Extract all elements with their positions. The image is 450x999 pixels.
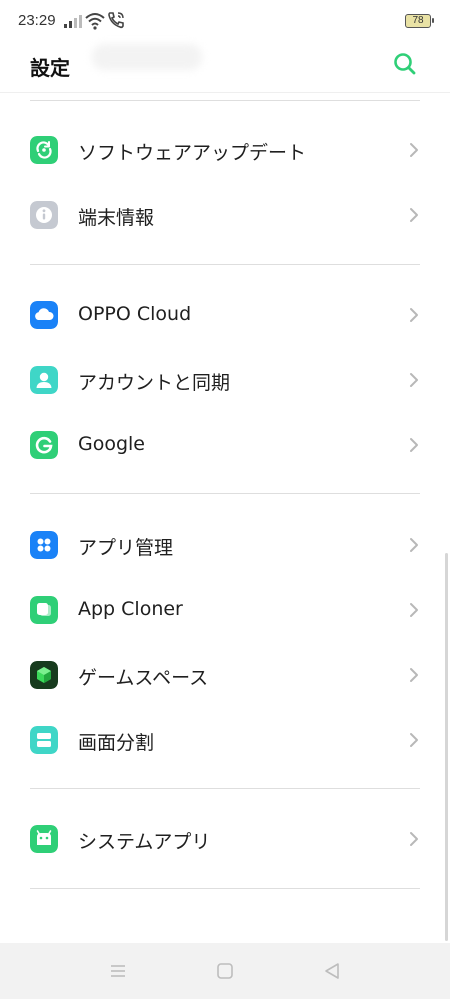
account-icon bbox=[30, 366, 58, 394]
settings-item-label: ゲームスペース bbox=[78, 667, 209, 689]
chevron-right-icon bbox=[410, 538, 418, 552]
header-divider bbox=[0, 92, 450, 93]
chevron-right-icon bbox=[410, 143, 418, 157]
settings-item-device-info[interactable]: 端末情報 bbox=[0, 182, 450, 247]
app-cloner-icon bbox=[30, 596, 58, 624]
header: 設定 bbox=[0, 44, 450, 92]
battery-level: 78 bbox=[412, 15, 424, 26]
scrollbar[interactable] bbox=[445, 553, 448, 941]
search-icon[interactable] bbox=[392, 51, 418, 77]
chevron-right-icon bbox=[410, 308, 418, 322]
page-title: 設定 bbox=[30, 56, 70, 80]
app-management-icon bbox=[30, 531, 58, 559]
cloud-icon bbox=[30, 301, 58, 329]
chevron-right-icon bbox=[410, 208, 418, 222]
settings-item-label: アカウントと同期 bbox=[78, 372, 231, 394]
battery-indicator: 78 bbox=[405, 14, 434, 28]
settings-item-oppo-cloud[interactable]: OPPO Cloud bbox=[0, 282, 450, 347]
settings-item-label: OPPO Cloud bbox=[78, 303, 192, 325]
section-divider bbox=[30, 788, 420, 789]
settings-item-accounts-sync[interactable]: アカウントと同期 bbox=[0, 347, 450, 412]
settings-item-label: システムアプリ bbox=[78, 831, 211, 853]
chevron-right-icon bbox=[410, 603, 418, 617]
section-divider bbox=[30, 264, 420, 265]
status-time: 23:29 bbox=[18, 12, 56, 29]
game-space-icon bbox=[30, 661, 58, 689]
wifi-calling-icon bbox=[108, 12, 124, 29]
section-divider bbox=[30, 493, 420, 494]
chevron-right-icon bbox=[410, 668, 418, 682]
chevron-right-icon bbox=[410, 438, 418, 452]
chevron-right-icon bbox=[410, 373, 418, 387]
section-divider bbox=[30, 100, 420, 101]
settings-item-label: App Cloner bbox=[78, 598, 183, 620]
settings-item-label: 端末情報 bbox=[78, 207, 155, 229]
settings-item-label: Google bbox=[78, 433, 146, 455]
settings-item-app-cloner[interactable]: App Cloner bbox=[0, 577, 450, 642]
settings-item-label: アプリ管理 bbox=[78, 537, 174, 559]
chevron-right-icon bbox=[410, 832, 418, 846]
home-icon[interactable] bbox=[215, 961, 235, 981]
settings-item-split-screen[interactable]: 画面分割 bbox=[0, 707, 450, 772]
navigation-bar bbox=[0, 943, 450, 999]
settings-item-label: 画面分割 bbox=[78, 732, 155, 754]
settings-item-app-management[interactable]: アプリ管理 bbox=[0, 512, 450, 577]
section-divider bbox=[30, 888, 420, 889]
settings-item-software-update[interactable]: ソフトウェアアップデート bbox=[0, 117, 450, 182]
info-icon bbox=[30, 201, 58, 229]
software-update-icon bbox=[30, 136, 58, 164]
split-screen-icon bbox=[30, 726, 58, 754]
status-bar: 23:29 78 bbox=[0, 0, 450, 44]
system-apps-icon bbox=[30, 825, 58, 853]
settings-item-label: ソフトウェアアップデート bbox=[78, 142, 307, 164]
back-icon[interactable] bbox=[322, 961, 342, 981]
wifi-icon bbox=[85, 13, 105, 30]
google-icon bbox=[30, 431, 58, 459]
signal-icon bbox=[64, 15, 82, 28]
settings-item-system-apps[interactable]: システムアプリ bbox=[0, 806, 450, 871]
settings-item-game-space[interactable]: ゲームスペース bbox=[0, 642, 450, 707]
menu-icon[interactable] bbox=[108, 961, 128, 981]
chevron-right-icon bbox=[410, 733, 418, 747]
settings-item-google[interactable]: Google bbox=[0, 412, 450, 477]
blurred-header-area bbox=[92, 44, 202, 70]
